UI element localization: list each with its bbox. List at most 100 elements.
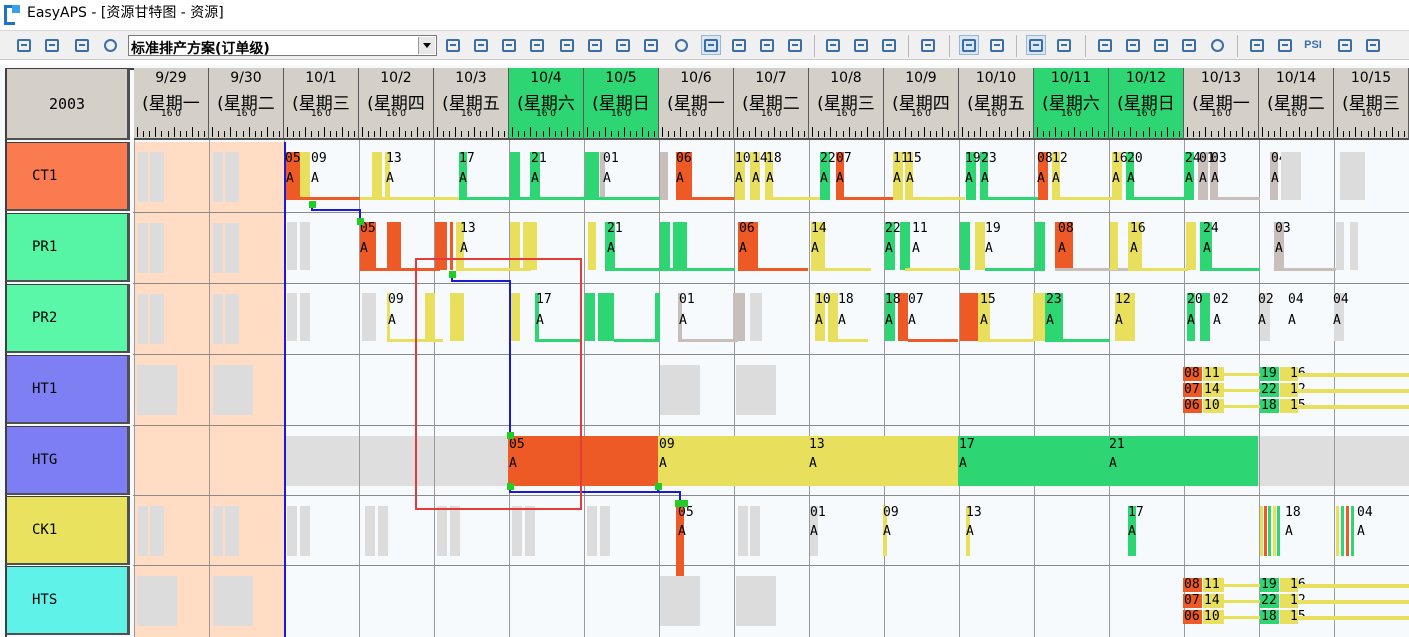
task-bar[interactable]	[540, 197, 660, 200]
task-bar[interactable]	[1210, 197, 1260, 200]
task-bar[interactable]	[1110, 222, 1118, 270]
task-bar[interactable]	[905, 197, 965, 200]
task-bar[interactable]	[1298, 389, 1409, 393]
resource-ht1[interactable]: HT1	[6, 355, 130, 424]
date-header-cell[interactable]: 10/14 (星期二 16 0	[1259, 68, 1334, 140]
task-bar[interactable]	[1277, 506, 1280, 556]
home-icon[interactable]	[1179, 35, 1199, 55]
doc-dot-alt-icon[interactable]	[851, 35, 871, 55]
task-bar[interactable]	[836, 197, 896, 200]
task-bar[interactable]	[1055, 268, 1130, 271]
resource-hts[interactable]: HTS	[6, 566, 130, 635]
date-header-cell[interactable]: 10/13 (星期一 16 0	[1184, 68, 1259, 140]
note-icon[interactable]	[1275, 35, 1295, 55]
task-bar[interactable]	[736, 576, 776, 626]
task-bar[interactable]	[1224, 373, 1260, 376]
bar-chart-icon[interactable]	[1054, 35, 1074, 55]
task-bar[interactable]	[658, 436, 808, 486]
idle-block[interactable]	[150, 223, 164, 273]
task-bar[interactable]	[660, 222, 670, 270]
task-bar[interactable]	[1281, 152, 1301, 200]
task-bar[interactable]	[287, 506, 297, 556]
text-list-icon[interactable]	[1026, 35, 1046, 55]
edit-icon[interactable]	[918, 35, 938, 55]
task-bar[interactable]	[733, 293, 745, 341]
task-bar[interactable]	[738, 506, 748, 556]
task-bar[interactable]	[585, 152, 599, 200]
idle-block[interactable]	[138, 152, 148, 202]
task-bar[interactable]	[978, 339, 1033, 342]
calculator-icon[interactable]	[959, 35, 979, 55]
line-chart-icon[interactable]	[1151, 35, 1171, 55]
task-bar[interactable]	[678, 339, 738, 342]
task-bar[interactable]	[660, 152, 668, 200]
idle-block[interactable]	[213, 506, 223, 556]
report-icon[interactable]	[1335, 35, 1355, 55]
date-header-cell[interactable]: 10/4 (星期六 16 0	[509, 68, 584, 140]
task-bar[interactable]	[378, 506, 388, 556]
task-bar[interactable]	[287, 222, 297, 270]
date-header-cell[interactable]: 9/29 (星期一 16 0	[134, 68, 209, 140]
stack-icon[interactable]	[785, 35, 805, 55]
task-bar[interactable]	[1200, 268, 1260, 271]
idle-block[interactable]	[150, 152, 164, 202]
date-header-cell[interactable]: 10/11 (星期六 16 0	[1034, 68, 1109, 140]
task-bar[interactable]	[362, 293, 376, 341]
idle-block[interactable]	[213, 223, 223, 273]
adjust-icon[interactable]	[471, 35, 491, 55]
filter-icon[interactable]	[557, 35, 577, 55]
idle-block[interactable]	[213, 294, 223, 344]
bell-icon[interactable]	[1247, 35, 1267, 55]
idle-block[interactable]	[225, 294, 239, 344]
copy-icon[interactable]	[499, 35, 519, 55]
task-bar[interactable]	[975, 222, 985, 270]
task-bar[interactable]	[1126, 197, 1186, 200]
date-header-cell[interactable]: 10/6 (星期一 16 0	[659, 68, 734, 140]
date-header-cell[interactable]: 10/1 (星期三 16 0	[284, 68, 359, 140]
task-bar[interactable]	[1045, 339, 1110, 342]
task-bar[interactable]	[676, 197, 734, 200]
task-bar[interactable]	[1298, 600, 1409, 604]
task-bar[interactable]	[1128, 268, 1188, 271]
preview-icon[interactable]	[72, 35, 92, 55]
task-bar[interactable]	[828, 339, 868, 342]
task-bar[interactable]	[598, 293, 614, 341]
task-bar[interactable]	[1298, 616, 1409, 620]
sort-icon[interactable]	[585, 35, 605, 55]
task-bar[interactable]	[765, 197, 825, 200]
task-bar[interactable]	[900, 222, 910, 270]
task-bar[interactable]	[437, 506, 447, 556]
task-bar[interactable]	[588, 222, 596, 270]
date-header-cell[interactable]: 10/2 (星期四 16 0	[359, 68, 434, 140]
task-bar[interactable]	[1350, 222, 1358, 270]
idle-block[interactable]	[137, 365, 177, 415]
task-bar[interactable]	[1346, 506, 1349, 556]
chevron-down-icon[interactable]	[418, 37, 435, 54]
task-bar[interactable]	[286, 197, 361, 200]
task-bar[interactable]	[1351, 506, 1354, 556]
task-bar[interactable]	[300, 152, 310, 200]
image-icon[interactable]	[1363, 35, 1383, 55]
task-bar[interactable]	[1336, 222, 1344, 270]
task-bar[interactable]	[1298, 405, 1409, 409]
task-bar[interactable]	[300, 222, 310, 270]
task-bar[interactable]	[673, 222, 687, 270]
column-chart-icon[interactable]	[1095, 35, 1115, 55]
task-bar[interactable]	[1341, 506, 1344, 556]
idle-block[interactable]	[137, 576, 177, 626]
task-bar[interactable]	[600, 506, 610, 556]
task-bar[interactable]	[1035, 222, 1045, 270]
save-icon[interactable]	[14, 35, 34, 55]
task-bar[interactable]	[1224, 616, 1260, 619]
task-bar[interactable]	[1340, 152, 1365, 200]
task-bar[interactable]	[1273, 506, 1276, 556]
task-bar[interactable]	[512, 506, 522, 556]
date-header-cell[interactable]: 10/8 (星期三 16 0	[809, 68, 884, 140]
task-bar[interactable]	[1298, 584, 1409, 588]
resource-gantt-icon[interactable]	[701, 35, 721, 55]
task-bar[interactable]	[736, 365, 776, 415]
grid-icon[interactable]	[987, 35, 1007, 55]
task-bar[interactable]	[660, 365, 700, 415]
task-bar[interactable]	[1224, 405, 1260, 408]
task-bar[interactable]	[655, 293, 660, 341]
